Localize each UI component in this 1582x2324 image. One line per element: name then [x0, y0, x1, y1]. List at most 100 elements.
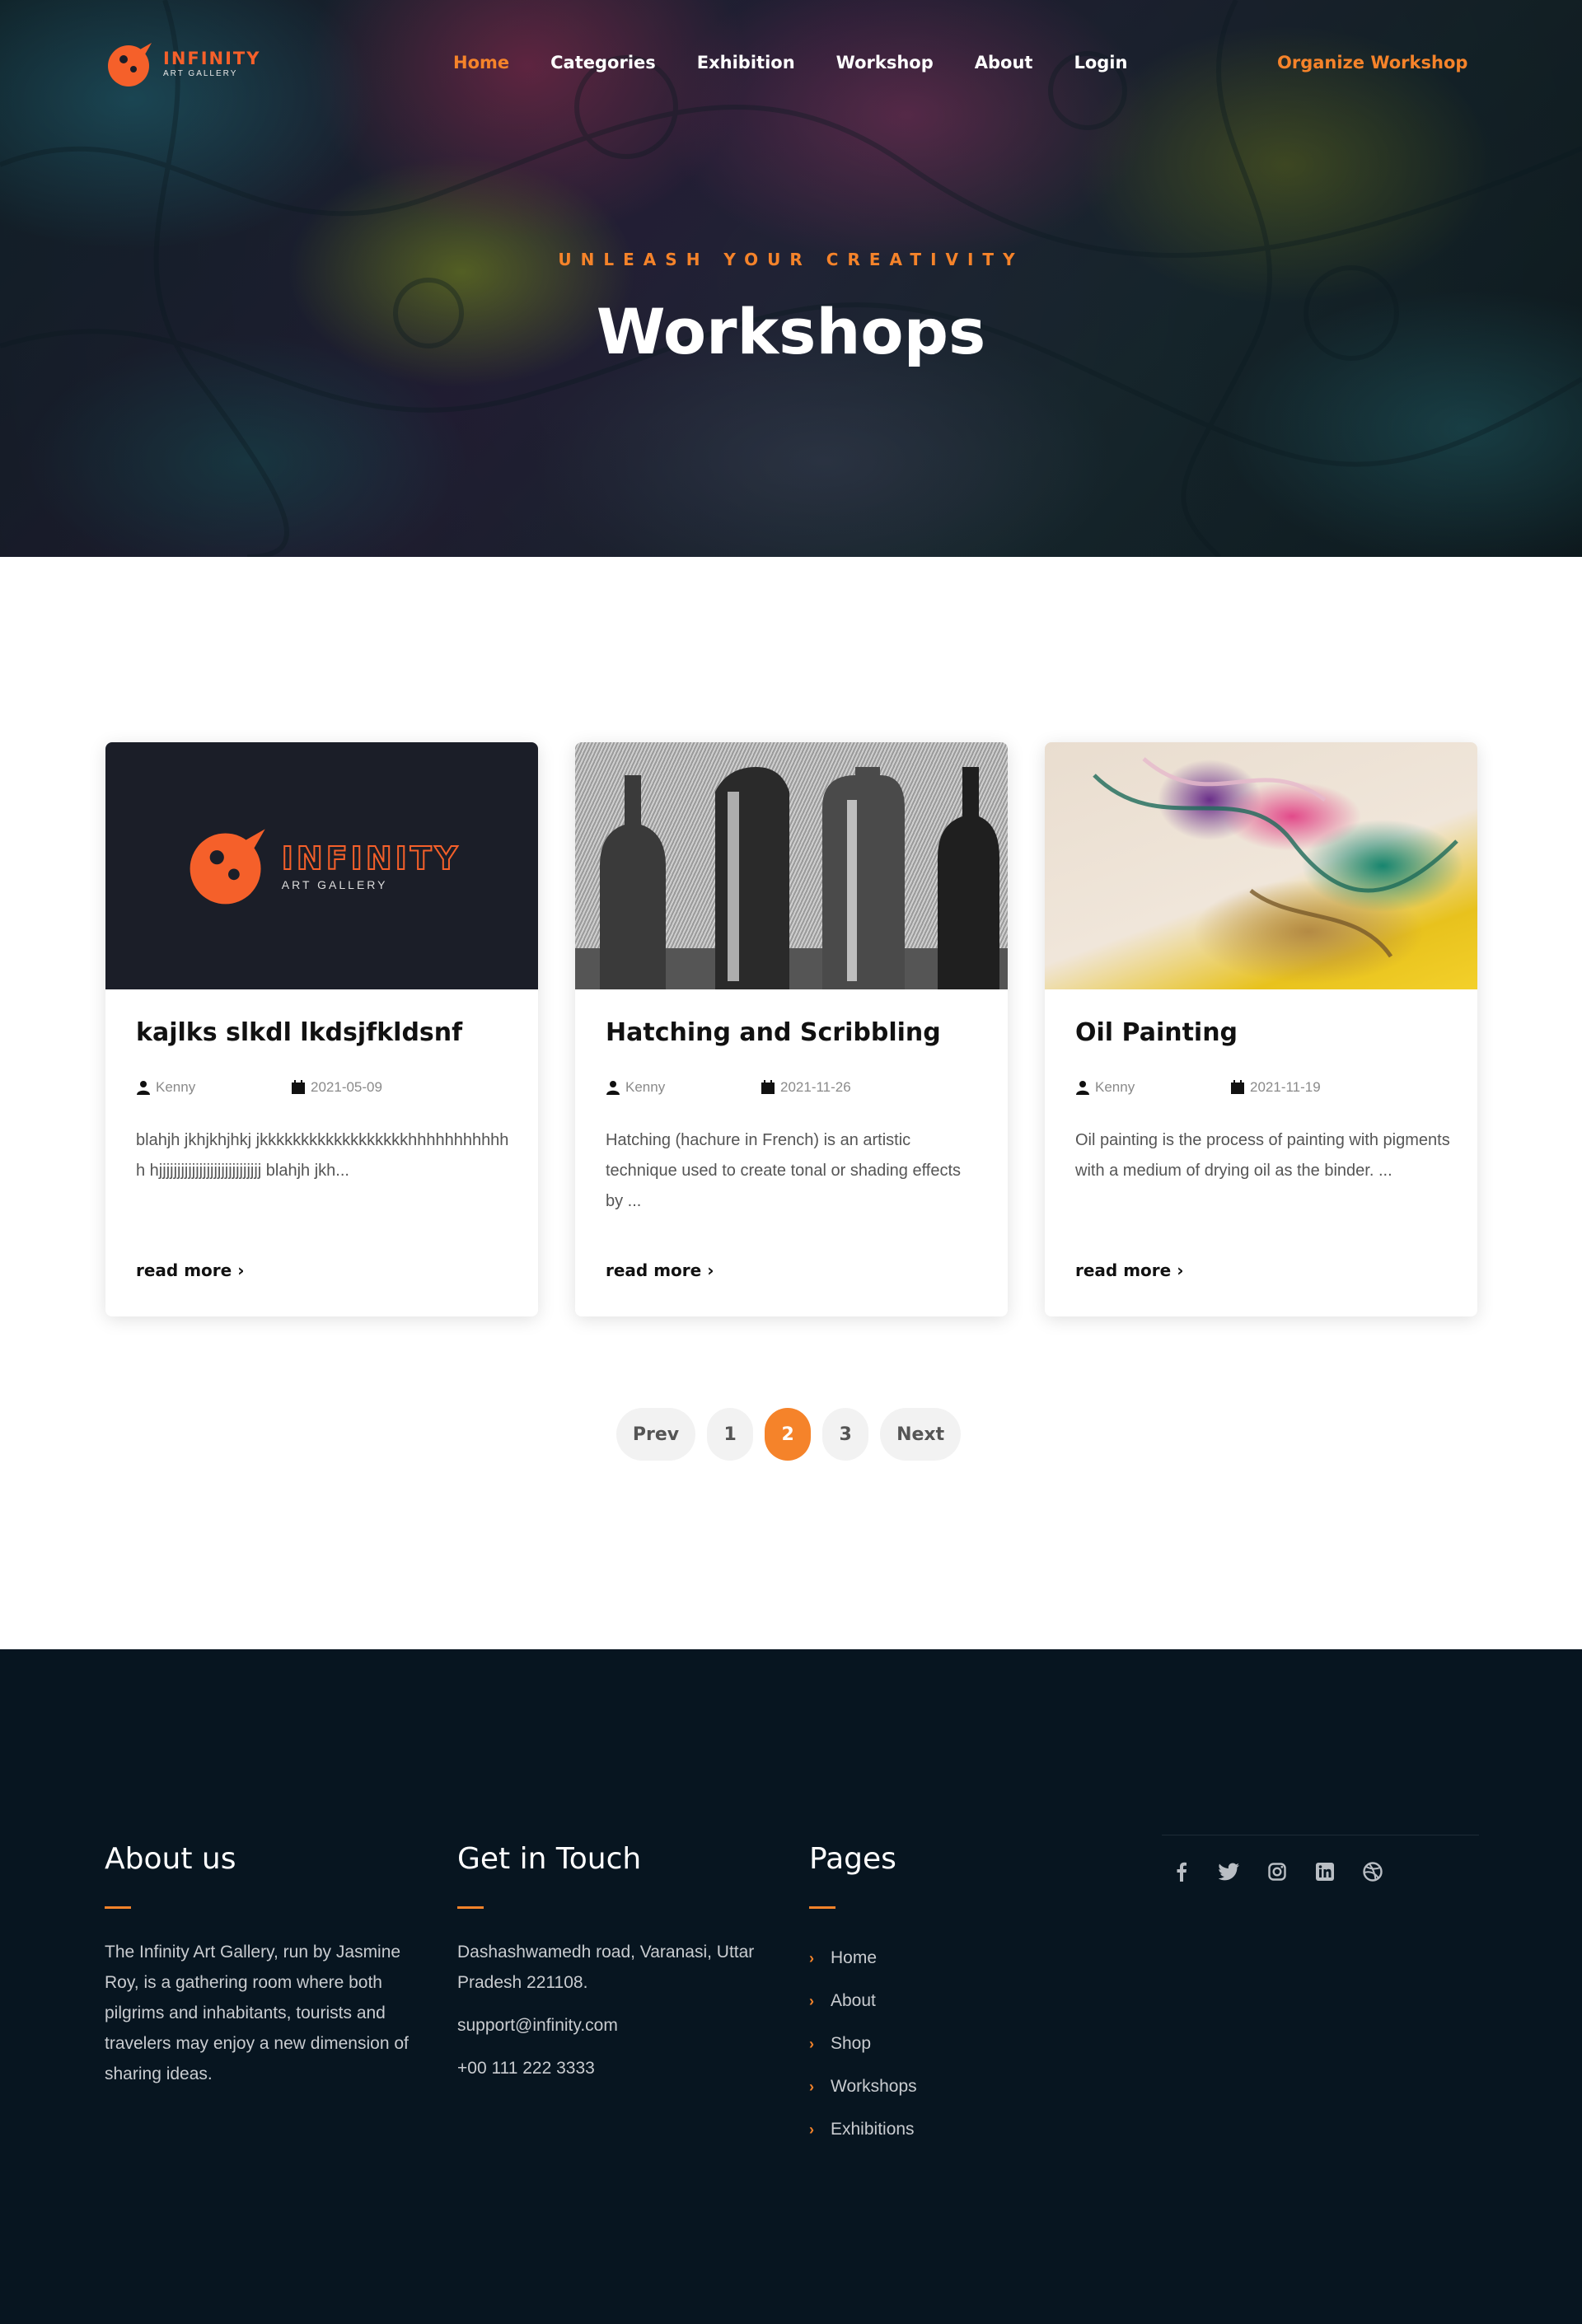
nav-item-home[interactable]: Home — [453, 53, 509, 72]
heading-divider — [809, 1906, 835, 1909]
social-links — [1170, 1860, 1384, 1883]
chevron-right-icon: › — [809, 1949, 814, 1966]
card-meta: Kenny 2021-11-19 — [1075, 1079, 1321, 1096]
card-date: 2021-05-09 — [311, 1079, 382, 1095]
card-excerpt: blahjh jkhjkhjhkj jkkkkkkkkkkkkkkkkkkhhh… — [136, 1131, 509, 1180]
fluid-paint-swirls — [1093, 757, 1458, 958]
read-more-label: read more — [606, 1260, 702, 1280]
card-image-hatching-sketch[interactable] — [575, 742, 1008, 989]
nav-item-workshop[interactable]: Workshop — [836, 53, 934, 72]
page-3-button[interactable]: 3 — [822, 1408, 869, 1461]
footer-link-exhibitions[interactable]: › Exhibitions — [809, 2108, 1056, 2151]
footer-link-label: Shop — [831, 2034, 872, 2053]
instagram-icon[interactable] — [1266, 1860, 1289, 1883]
footer-link-workshops[interactable]: › Workshops — [809, 2065, 1056, 2108]
page-title: Workshops — [596, 295, 986, 368]
nav-item-about[interactable]: About — [975, 53, 1033, 72]
card-author: Kenny — [156, 1079, 196, 1095]
hero-banner: INFINITY ART GALLERY Home Categories Exh… — [0, 0, 1582, 557]
footer-address: Dashashwamedh road, Varanasi, Uttar Prad… — [457, 1943, 755, 1992]
footer-link-label: Workshops — [831, 2077, 917, 2096]
workshop-cards: INFINITY ART GALLERY kajlks slkdl lkdsjf… — [105, 742, 1477, 1316]
footer-link-label: Home — [831, 1948, 878, 1967]
card-image-logo[interactable]: INFINITY ART GALLERY — [105, 742, 538, 989]
pagination: Prev 1 2 3 Next — [0, 1408, 1582, 1461]
workshop-card[interactable]: INFINITY ART GALLERY kajlks slkdl lkdsjf… — [105, 742, 538, 1316]
user-icon — [137, 1081, 150, 1095]
card-image-fluid-painting[interactable] — [1045, 742, 1477, 989]
chevron-right-icon: › — [707, 1260, 714, 1280]
linkedin-icon[interactable] — [1313, 1860, 1336, 1883]
card-excerpt: Hatching (hachure in French) is an artis… — [606, 1131, 962, 1210]
card-author: Kenny — [625, 1079, 666, 1095]
card-logo-subtitle: ART GALLERY — [281, 878, 388, 891]
user-icon — [1076, 1081, 1089, 1095]
footer-link-shop[interactable]: › Shop — [809, 2022, 1056, 2065]
organize-workshop-link[interactable]: Organize Workshop — [1277, 53, 1467, 72]
footer-contact-heading: Get in Touch — [457, 1842, 642, 1876]
footer-link-about[interactable]: › About — [809, 1980, 1056, 2022]
chevron-right-icon: › — [809, 2078, 814, 2095]
brand-subtitle: ART GALLERY — [163, 69, 238, 78]
hero-subtitle: UNLEASH YOUR CREATIVITY — [558, 250, 1024, 269]
site-footer: About us The Infinity Art Gallery, run b… — [0, 1649, 1582, 2324]
heading-divider — [457, 1906, 484, 1909]
footer-about-heading: About us — [105, 1842, 236, 1876]
footer-contact: Get in Touch Dashashwamedh road, Varanas… — [457, 1842, 787, 2083]
card-meta: Kenny 2021-05-09 — [136, 1079, 382, 1096]
heading-divider — [105, 1906, 131, 1909]
footer-pages-heading: Pages — [809, 1842, 896, 1876]
footer-about: About us The Infinity Art Gallery, run b… — [105, 1842, 426, 2089]
calendar-icon — [1231, 1080, 1244, 1094]
read-more-label: read more — [136, 1260, 232, 1280]
footer-email[interactable]: support@infinity.com — [457, 2010, 787, 2041]
twitter-icon[interactable] — [1218, 1860, 1241, 1883]
read-more-link[interactable]: read more › — [606, 1260, 714, 1280]
nav-item-categories[interactable]: Categories — [550, 53, 656, 72]
footer-pages: Pages › Home › About › Shop › Workshops › Exh… — [809, 1842, 1056, 2151]
chevron-right-icon: › — [237, 1260, 245, 1280]
chevron-right-icon: › — [1177, 1260, 1184, 1280]
prev-page-button[interactable]: Prev — [615, 1408, 696, 1461]
workshop-card[interactable]: Oil Painting Kenny 2021-11-19 Oil painti… — [1045, 742, 1477, 1316]
calendar-icon — [292, 1080, 305, 1094]
chevron-right-icon: › — [809, 2121, 814, 2138]
facebook-icon[interactable] — [1170, 1860, 1193, 1883]
brand-title: INFINITY — [163, 49, 261, 68]
nav-item-login[interactable]: Login — [1074, 53, 1127, 72]
workshop-card[interactable]: Hatching and Scribbling Kenny 2021-11-26… — [575, 742, 1008, 1316]
chevron-right-icon: › — [809, 2035, 814, 2052]
palette-logo-icon — [190, 829, 265, 905]
card-title[interactable]: Hatching and Scribbling — [606, 1018, 941, 1047]
chevron-right-icon: › — [809, 1992, 814, 2009]
bottles-sketch-art — [575, 767, 1008, 989]
footer-link-home[interactable]: › Home — [809, 1937, 1056, 1980]
footer-link-label: Exhibitions — [831, 2120, 915, 2139]
card-author: Kenny — [1095, 1079, 1135, 1095]
card-logo-title: INFINITY — [281, 839, 461, 877]
next-page-button[interactable]: Next — [880, 1408, 962, 1461]
main-navigation: INFINITY ART GALLERY Home Categories Exh… — [0, 0, 1582, 129]
page-2-button-current[interactable]: 2 — [765, 1408, 812, 1461]
read-more-link[interactable]: read more › — [1075, 1260, 1183, 1280]
nav-menu: Home Categories Exhibition Workshop Abou… — [453, 53, 1168, 72]
calendar-icon — [761, 1080, 775, 1094]
palette-logo-icon — [108, 43, 152, 87]
footer-link-label: About — [831, 1991, 876, 2010]
page-1-button[interactable]: 1 — [707, 1408, 754, 1461]
brand-logo[interactable]: INFINITY ART GALLERY — [104, 41, 260, 87]
dribbble-icon[interactable] — [1361, 1860, 1384, 1883]
footer-phone[interactable]: +00 111 222 3333 — [457, 2053, 787, 2083]
footer-pages-list: › Home › About › Shop › Workshops › Exhibitio… — [809, 1937, 1056, 2151]
card-title[interactable]: Oil Painting — [1075, 1018, 1238, 1047]
card-title[interactable]: kajlks slkdl lkdsjfkldsnf — [136, 1018, 462, 1047]
card-meta: Kenny 2021-11-26 — [606, 1079, 851, 1096]
footer-about-text: The Infinity Art Gallery, run by Jasmine… — [105, 1943, 409, 2083]
card-date: 2021-11-26 — [780, 1079, 851, 1095]
read-more-label: read more — [1075, 1260, 1172, 1280]
user-icon — [606, 1081, 620, 1095]
card-date: 2021-11-19 — [1250, 1079, 1321, 1095]
read-more-link[interactable]: read more › — [136, 1260, 244, 1280]
nav-item-exhibition[interactable]: Exhibition — [697, 53, 795, 72]
card-excerpt: Oil painting is the process of painting … — [1075, 1131, 1450, 1180]
